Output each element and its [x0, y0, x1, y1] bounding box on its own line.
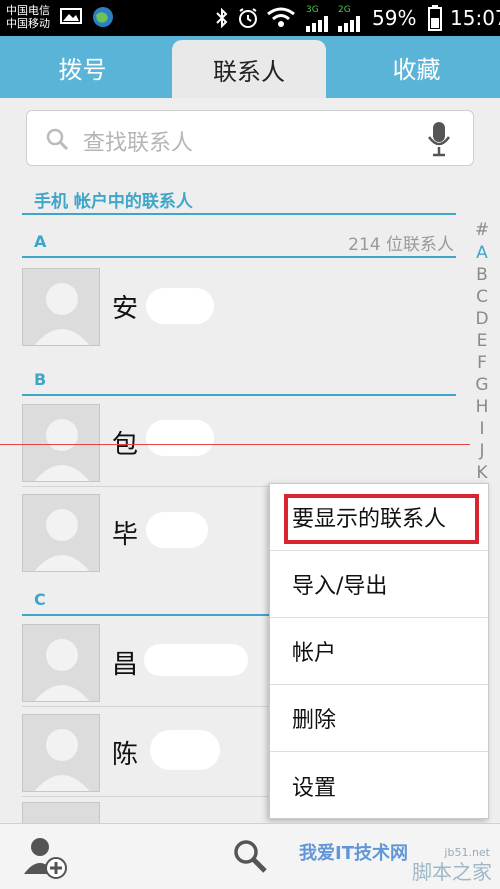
- globe-icon: [93, 7, 113, 27]
- section-letter-a: A: [34, 232, 47, 251]
- section-letter-b: B: [34, 370, 47, 389]
- carrier-2: 中国移动: [6, 17, 50, 30]
- bluetooth-icon: [216, 7, 228, 29]
- index-letter[interactable]: F: [472, 353, 492, 373]
- add-contact-icon[interactable]: [22, 834, 68, 880]
- index-letter[interactable]: C: [472, 287, 492, 307]
- tab-contacts[interactable]: 联系人: [172, 40, 326, 98]
- index-letter[interactable]: H: [472, 397, 492, 417]
- list-item[interactable]: 包: [0, 398, 460, 484]
- contact-name: 昌: [112, 650, 139, 680]
- contact-name: 陈: [112, 740, 139, 770]
- section-divider-b: [22, 394, 456, 396]
- index-letter[interactable]: #: [472, 220, 492, 240]
- watermark: 脚本之家: [412, 860, 492, 884]
- battery-icon: [428, 5, 442, 31]
- menu-item-import-export[interactable]: 导入/导出: [270, 551, 488, 618]
- menu-item-delete[interactable]: 删除: [270, 685, 488, 752]
- index-letter[interactable]: B: [472, 265, 492, 285]
- contact-name: 毕: [112, 520, 139, 550]
- account-divider: [22, 213, 456, 215]
- tab-bar: 拨号 联系人 收藏: [0, 36, 500, 98]
- index-letter[interactable]: I: [472, 419, 492, 439]
- menu-item-settings[interactable]: 设置: [270, 752, 488, 819]
- contact-name: 安: [112, 294, 139, 324]
- redaction-mark: [146, 288, 214, 324]
- wifi-icon: [267, 7, 295, 27]
- index-letter[interactable]: K: [472, 463, 492, 483]
- avatar: [22, 624, 100, 702]
- contact-name: 包: [112, 430, 139, 460]
- section-divider-a: [22, 256, 456, 258]
- clock: 15:07: [450, 6, 500, 30]
- search-icon: [46, 128, 69, 151]
- signal-2-icon: [338, 16, 360, 32]
- search-input[interactable]: 查找联系人: [26, 110, 474, 166]
- network-3g-label: 3G: [306, 5, 319, 15]
- network-2g-label: 2G: [338, 5, 351, 15]
- search-placeholder: 查找联系人: [83, 131, 194, 156]
- tab-favorites[interactable]: 收藏: [333, 36, 500, 98]
- avatar-partial: [22, 802, 100, 823]
- avatar: [22, 268, 100, 346]
- avatar: [22, 494, 100, 572]
- list-item[interactable]: 安: [0, 262, 460, 348]
- redaction-mark: [146, 420, 214, 456]
- signal-icon: [306, 16, 328, 32]
- account-header: 手机 帐户中的联系人: [34, 192, 193, 212]
- alarm-icon: [239, 8, 257, 28]
- bottom-bar: jb51.net 我爱IT技术网 脚本之家: [0, 823, 500, 889]
- search-icon[interactable]: [232, 838, 268, 874]
- microphone-icon[interactable]: [427, 121, 451, 157]
- index-letter[interactable]: J: [472, 441, 492, 461]
- index-letter[interactable]: G: [472, 375, 492, 395]
- avatar: [22, 714, 100, 792]
- guide-line: [0, 444, 470, 445]
- redaction-mark: [146, 512, 208, 548]
- index-letter[interactable]: D: [472, 309, 492, 329]
- carrier-labels: 中国电信 中国移动: [6, 4, 50, 30]
- carrier-1: 中国电信: [6, 4, 50, 17]
- contact-count: 214 位联系人: [348, 235, 454, 255]
- redaction-mark: [150, 730, 220, 770]
- index-letter[interactable]: A: [472, 243, 492, 263]
- watermark-blue: 我爱IT技术网: [299, 843, 408, 864]
- section-letter-c: C: [34, 590, 46, 609]
- status-bar: 中国电信 中国移动 3G 2G 59% 15:07: [0, 0, 500, 36]
- battery-percent: 59%: [372, 6, 417, 30]
- menu-item-accounts[interactable]: 帐户: [270, 618, 488, 685]
- highlight-box: [284, 494, 479, 544]
- index-letter[interactable]: E: [472, 331, 492, 351]
- tab-dialer[interactable]: 拨号: [0, 36, 165, 98]
- image-icon: [60, 8, 82, 24]
- avatar: [22, 404, 100, 482]
- redaction-mark: [144, 644, 248, 676]
